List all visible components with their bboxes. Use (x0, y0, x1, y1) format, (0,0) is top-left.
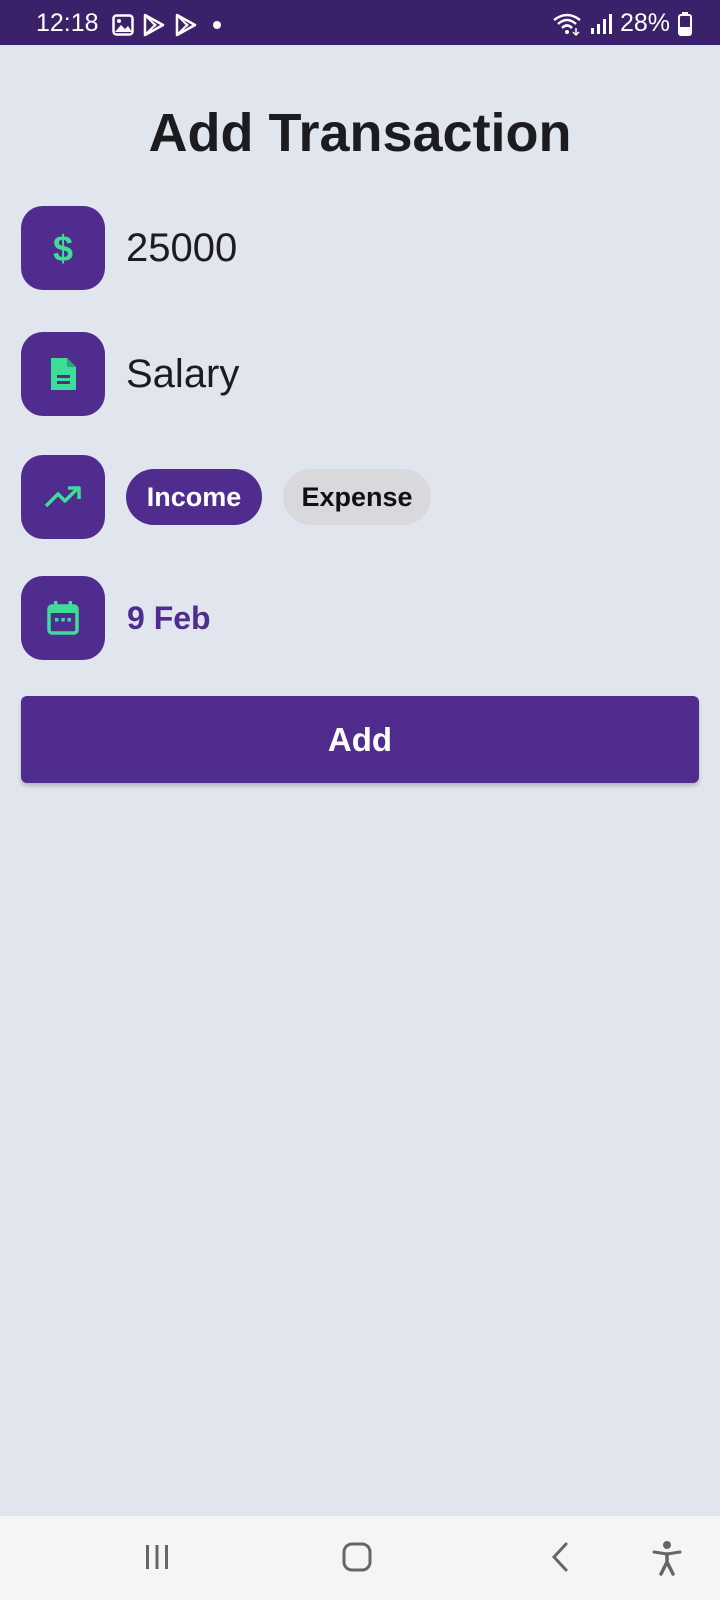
date-value[interactable]: 9 Feb (127, 600, 211, 637)
status-time: 12:18 (36, 9, 99, 37)
income-chip[interactable]: Income (126, 469, 262, 525)
battery-icon (678, 11, 692, 36)
wifi-icon (552, 12, 582, 36)
recents-icon[interactable] (140, 1540, 174, 1574)
dot-icon (212, 20, 222, 30)
date-row: 9 Feb (21, 576, 211, 660)
notification-icons (112, 13, 222, 37)
dollar-icon: $ (21, 206, 105, 290)
accessibility-icon[interactable] (652, 1540, 682, 1576)
trending-up-icon (21, 455, 105, 539)
amount-row: $ 25000 (21, 206, 237, 290)
document-icon (21, 332, 105, 416)
play-store-icon (142, 13, 166, 37)
type-row: Income Expense (21, 455, 431, 539)
gallery-icon (112, 14, 134, 36)
system-status: 28% (552, 9, 692, 38)
page-title: Add Transaction (148, 103, 572, 163)
amount-field[interactable]: 25000 (126, 226, 237, 271)
svg-text:$: $ (53, 228, 73, 268)
add-button[interactable]: Add (21, 696, 699, 783)
system-nav-bar (0, 1516, 720, 1600)
calendar-icon[interactable] (21, 576, 105, 660)
status-bar: 12:18 28% (0, 0, 720, 45)
signal-icon (590, 13, 612, 35)
battery-percent: 28% (619, 9, 670, 37)
expense-chip[interactable]: Expense (283, 469, 431, 525)
description-field[interactable]: Salary (126, 352, 239, 397)
play-store-icon (174, 13, 198, 37)
description-row: Salary (21, 332, 239, 416)
back-icon[interactable] (548, 1540, 574, 1574)
home-icon[interactable] (340, 1540, 374, 1574)
